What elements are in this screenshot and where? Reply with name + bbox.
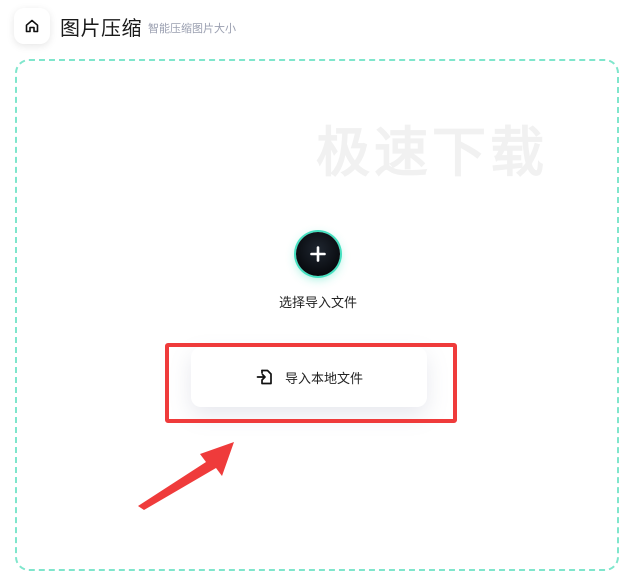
header: 图片压缩 智能压缩图片大小 (14, 7, 236, 45)
watermark-text: 极速下载 (316, 121, 548, 184)
page: 图片压缩 智能压缩图片大小 极速下载 选择导入文件 导入本地文件 (0, 0, 630, 577)
add-file-label[interactable]: 选择导入文件 (260, 292, 376, 311)
page-title: 图片压缩 (60, 15, 142, 40)
home-button[interactable] (14, 8, 50, 44)
plus-icon (310, 246, 326, 262)
file-import-icon (256, 369, 272, 385)
add-file-button[interactable] (296, 232, 340, 276)
import-local-file-label: 导入本地文件 (284, 371, 363, 387)
import-local-file-button[interactable]: 导入本地文件 (191, 347, 427, 407)
home-icon (25, 19, 39, 33)
page-subtitle: 智能压缩图片大小 (148, 22, 236, 35)
